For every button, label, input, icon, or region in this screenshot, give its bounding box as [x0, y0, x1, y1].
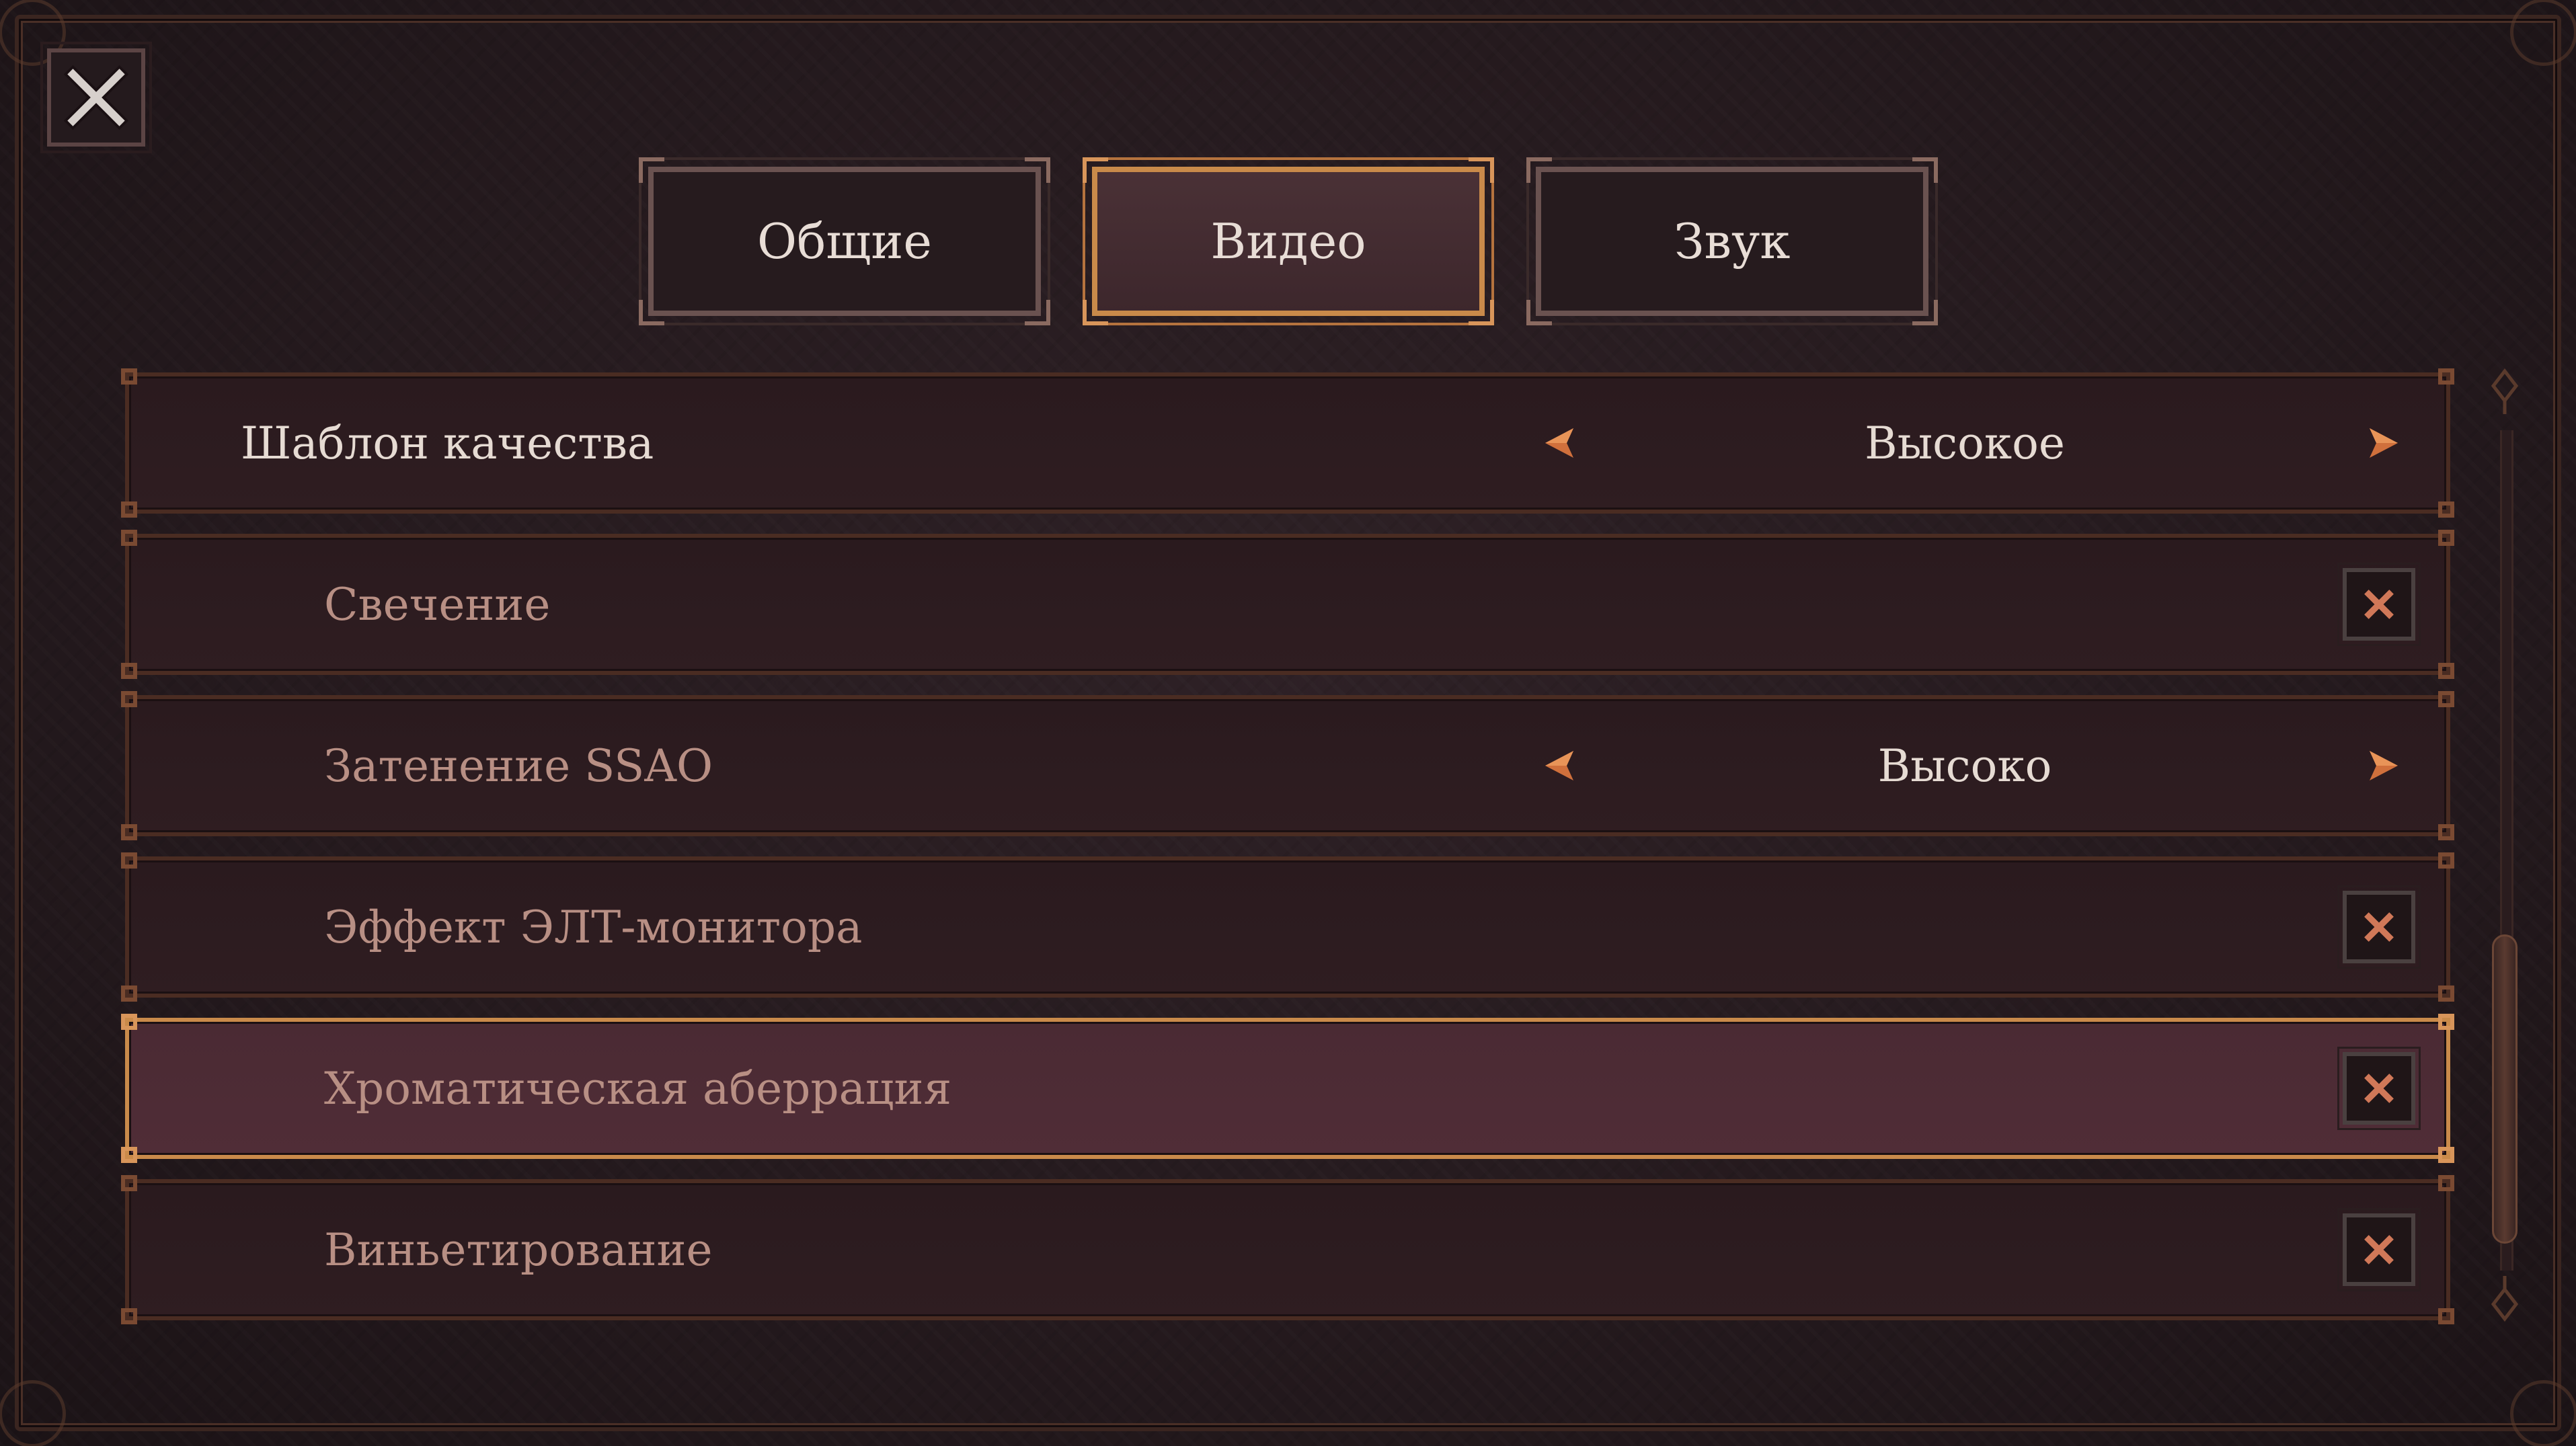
setting-label: Эффект ЭЛТ-монитора	[324, 901, 863, 953]
tab-general[interactable]: Общие	[639, 157, 1050, 325]
scrollbar-thumb[interactable]	[2492, 934, 2518, 1244]
scroll-up-ornament-icon	[2491, 368, 2519, 414]
tab-label: Звук	[1674, 213, 1791, 270]
checkbox-x-icon	[2364, 1235, 2394, 1264]
select-value: Высоко	[1877, 739, 2052, 792]
tab-label: Общие	[757, 213, 932, 270]
arrow-left-icon[interactable]	[1538, 744, 1582, 787]
arrow-right-icon[interactable]	[2362, 744, 2405, 787]
setting-row-quality-preset[interactable]: Шаблон качества Высокое	[121, 368, 2454, 518]
scroll-down-ornament-icon	[2491, 1276, 2519, 1322]
tab-video[interactable]: Видео	[1083, 157, 1494, 325]
corner-ornament	[2510, 1380, 2576, 1446]
close-button[interactable]	[40, 42, 152, 153]
corner-ornament	[0, 1380, 66, 1446]
setting-row-vignette[interactable]: Виньетирование	[121, 1175, 2454, 1324]
arrow-left-icon[interactable]	[1538, 421, 1582, 465]
tab-label: Видео	[1210, 213, 1366, 270]
select-value: Высокое	[1865, 417, 2065, 469]
settings-screen: Общие Видео Звук Шаблон качества Высокое…	[0, 0, 2576, 1446]
close-icon	[64, 65, 128, 130]
setting-row-chromatic-aberration[interactable]: Хроматическая аберрация	[121, 1014, 2454, 1163]
corner-ornament	[2510, 0, 2576, 66]
setting-row-crt[interactable]: Эффект ЭЛТ-монитора	[121, 852, 2454, 1002]
checkbox-x-icon	[2364, 590, 2394, 619]
setting-label: Хроматическая аберрация	[324, 1062, 952, 1115]
setting-label: Свечение	[324, 578, 551, 631]
arrow-right-icon[interactable]	[2362, 421, 2405, 465]
checkbox-x-icon	[2364, 912, 2394, 942]
setting-label: Виньетирование	[324, 1223, 713, 1276]
chromatic-aberration-checkbox[interactable]	[2337, 1047, 2421, 1130]
vignette-checkbox[interactable]	[2337, 1208, 2421, 1291]
setting-label: Шаблон качества	[241, 417, 654, 469]
bloom-checkbox[interactable]	[2337, 563, 2421, 646]
setting-label: Затенение SSAO	[324, 739, 713, 792]
checkbox-x-icon	[2364, 1074, 2394, 1103]
setting-row-ssao[interactable]: Затенение SSAO Высоко	[121, 691, 2454, 840]
crt-checkbox[interactable]	[2337, 885, 2421, 969]
setting-row-bloom[interactable]: Свечение	[121, 530, 2454, 679]
tab-sound[interactable]: Звук	[1526, 157, 1938, 325]
